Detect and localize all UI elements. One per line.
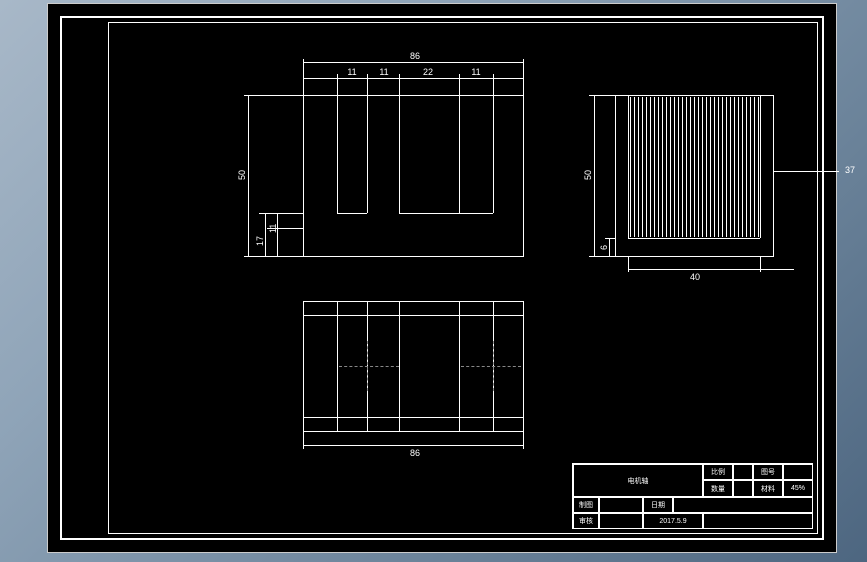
tb-checked-label: 审核 [573, 513, 599, 529]
tb-count-label: 数量 [703, 480, 733, 497]
tb-blank [703, 513, 813, 529]
tb-drawingno-label: 图号 [753, 464, 783, 480]
dim-bottom-width: 86 [405, 448, 425, 458]
tb-date-value: 2017.5.9 [643, 513, 703, 529]
tb-part-name: 电机轴 [573, 464, 703, 497]
drawing-frame-outer: 86 11 11 22 11 50 17 11 [47, 3, 837, 553]
tb-ratio-label: 比例 [703, 464, 733, 480]
tb-date-label: 日期 [643, 497, 673, 513]
lamination-hatch [630, 97, 759, 237]
dim-height-sub1: 17 [255, 229, 265, 253]
dim-right-height: 50 [583, 163, 593, 187]
dim-right-small: 6 [599, 239, 609, 255]
dim-right-ext: 37 [842, 165, 858, 175]
tb-drawingno-value [783, 464, 813, 480]
tb-drawn-value [599, 497, 643, 513]
dim-seg3: 22 [421, 67, 435, 77]
title-block: 电机轴 比例 图号 数量 材料 45% 制图 日期 审核 2017.5.9 [572, 463, 813, 529]
dim-right-width: 40 [687, 272, 703, 282]
dim-seg2: 11 [377, 67, 391, 77]
tb-drawn-label: 制图 [573, 497, 599, 513]
drawing-frame-border: 86 11 11 22 11 50 17 11 [60, 16, 824, 540]
tb-material-label: 材料 [753, 480, 783, 497]
dim-height-sub2: 11 [268, 218, 278, 238]
dim-height-main: 50 [237, 163, 247, 187]
drawing-area-border: 86 11 11 22 11 50 17 11 [108, 22, 818, 534]
dim-seg4: 11 [469, 67, 483, 77]
tb-date-extra [673, 497, 813, 513]
tb-checked-value [599, 513, 643, 529]
dim-seg1: 11 [345, 67, 359, 77]
tb-material-value: 45% [783, 480, 813, 497]
tb-count-value [733, 480, 753, 497]
dim-overall-width: 86 [405, 51, 425, 61]
tb-ratio-value [733, 464, 753, 480]
